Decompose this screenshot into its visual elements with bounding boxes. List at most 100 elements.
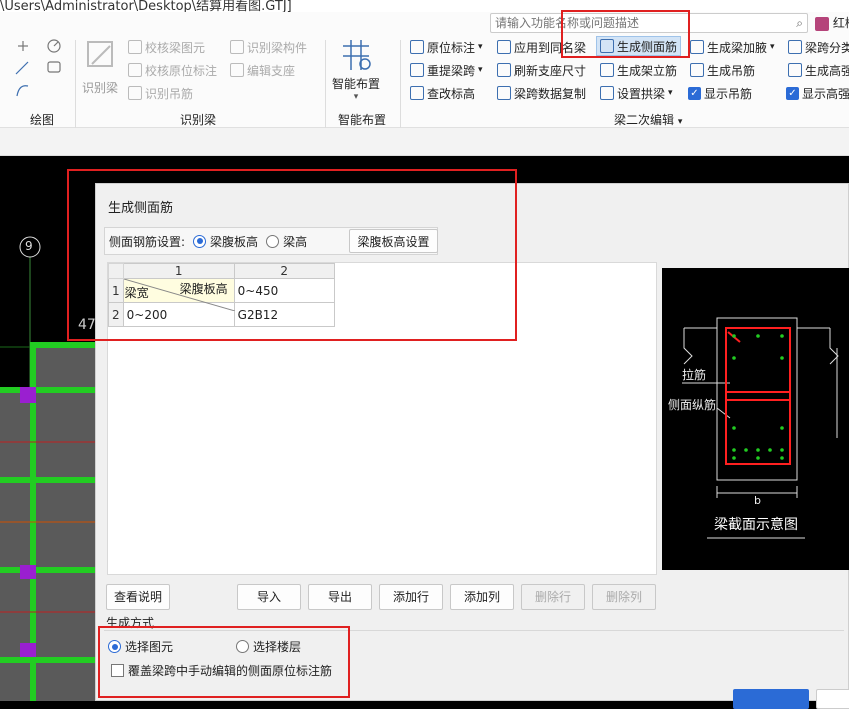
search-box[interactable]: ⌕ — [490, 13, 808, 33]
show-hanger-toggle[interactable]: ✓ 显示吊筋 — [688, 83, 752, 103]
export-button[interactable]: 导出 — [308, 584, 372, 610]
avatar — [815, 16, 829, 31]
radio-beam-height-label[interactable]: 梁高 — [283, 233, 307, 250]
smart-layout-button[interactable]: 智能布置 ▾ — [330, 38, 382, 108]
rule-table: 1 2 1 梁腹板高 梁宽 0~450 2 0~200 G2B12 — [108, 263, 335, 327]
radio-web-height[interactable] — [193, 234, 207, 248]
set-arch-beam-button[interactable]: 设置拱梁 ▾ — [600, 83, 673, 103]
check-label-icon — [128, 63, 142, 77]
label-icon — [410, 40, 424, 54]
table-row: 1 梁腹板高 梁宽 0~450 — [108, 278, 335, 311]
side-bar-icon — [600, 39, 614, 53]
copy-span-data-button[interactable]: 梁跨数据复制 — [497, 83, 586, 103]
diag-top-label: 梁腹板高 — [179, 282, 228, 296]
identify-hanger-button[interactable]: 识别吊筋 — [128, 83, 193, 103]
apply-icon — [497, 40, 511, 54]
separator — [400, 40, 401, 136]
high-strength-icon — [788, 63, 802, 77]
arch-icon — [600, 86, 614, 100]
checkbox-checked-icon: ✓ — [688, 86, 701, 100]
row-header[interactable]: 2 — [108, 302, 124, 327]
diagonal-header-cell: 梁腹板高 梁宽 — [122, 278, 235, 311]
delete-column-button[interactable]: 删除列 — [592, 584, 656, 610]
row-header[interactable]: 1 — [108, 278, 124, 303]
window-title: \Users\Administrator\Desktop\结算用看图.GTJ] — [0, 0, 292, 12]
search-input[interactable] — [491, 14, 781, 32]
edit-support-button[interactable]: 编辑支座 — [230, 60, 295, 80]
radio-select-element[interactable] — [108, 640, 121, 653]
show-high-strength-toggle[interactable]: ✓ 显示高强 — [786, 83, 849, 103]
col-header[interactable]: 2 — [233, 263, 335, 279]
axis-label: 9 — [25, 239, 33, 253]
span-classify-button[interactable]: 梁跨分类 — [788, 37, 849, 57]
support-icon — [230, 63, 244, 77]
generate-hanger-button[interactable]: 生成吊筋 — [690, 60, 755, 80]
add-row-button[interactable]: 添加行 — [379, 584, 443, 610]
title-bar: \Users\Administrator\Desktop\结算用看图.GTJ] — [0, 0, 849, 12]
smart-layout-label: 智能布置 — [331, 77, 380, 91]
corner-cell — [108, 263, 124, 279]
beam-section-preview: 拉筋 侧面纵筋 b 梁截面示意图 — [662, 268, 849, 570]
divider — [104, 630, 844, 631]
table-cell[interactable]: G2B12 — [233, 302, 335, 327]
identify-beam-component-button[interactable]: 识别梁构件 — [230, 37, 307, 57]
setting-label: 侧面钢筋设置: — [109, 234, 186, 249]
erection-bar-icon — [600, 63, 614, 77]
elevation-icon — [410, 86, 424, 100]
identify-beam-button[interactable]: 识别梁 — [82, 38, 124, 104]
classify-icon — [788, 40, 802, 54]
overwrite-manual-label-checkbox[interactable]: 覆盖梁跨中手动编辑的侧面原位标注筋 — [108, 662, 332, 679]
checkbox[interactable] — [111, 664, 124, 677]
re-extract-span-button[interactable]: 重提梁跨 ▾ — [410, 60, 483, 80]
table-cell[interactable]: 0~450 — [233, 278, 335, 303]
component-icon — [230, 40, 244, 54]
hanger-icon — [128, 86, 142, 100]
option-select-floor[interactable]: 选择楼层 — [228, 638, 301, 655]
import-button[interactable]: 导入 — [237, 584, 301, 610]
smart-layout-icon — [343, 40, 371, 70]
user-badge[interactable]: 红梅 — [815, 14, 849, 31]
user-name: 红梅 — [832, 16, 849, 30]
web-height-settings-button[interactable]: 梁腹板高设置 — [349, 229, 438, 253]
generate-erection-bars-button[interactable]: 生成架立筋 — [600, 60, 677, 80]
confirm-button[interactable] — [733, 689, 809, 709]
chevron-down-icon: ▾ — [478, 65, 483, 75]
haunch-icon — [690, 40, 704, 54]
search-icon[interactable]: ⌕ — [796, 16, 803, 31]
draw-tools-icons[interactable] — [14, 38, 84, 102]
check-beam-elements-button[interactable]: 校核梁图元 — [128, 37, 205, 57]
toolbar-band — [0, 128, 849, 156]
tie-bar-label: 拉筋 — [682, 368, 707, 382]
generate-side-bars-dialog: 生成侧面筋 侧面钢筋设置: 梁腹板高 梁高 梁腹板高设置 1 2 1 梁腹板高 … — [95, 183, 849, 701]
radio-web-height-label[interactable]: 梁腹板高 — [210, 233, 258, 250]
check-in-situ-label-button[interactable]: 校核原位标注 — [128, 60, 217, 80]
help-button[interactable]: 查看说明 — [106, 584, 170, 610]
cancel-button[interactable] — [816, 689, 849, 709]
radio-beam-height[interactable] — [266, 234, 280, 248]
radio-select-floor[interactable] — [236, 640, 249, 653]
generate-high-strength-button[interactable]: 生成高强 — [788, 60, 849, 80]
check-elevation-button[interactable]: 查改标高 — [410, 83, 475, 103]
refresh-icon — [497, 63, 511, 77]
diag-bottom-label: 梁宽 — [124, 286, 149, 300]
chevron-down-icon: ▾ — [668, 88, 673, 98]
beam-grid — [0, 342, 95, 701]
col-header[interactable]: 1 — [122, 263, 235, 279]
generate-side-bars-button[interactable]: 生成侧面筋 — [596, 36, 682, 56]
add-column-button[interactable]: 添加列 — [450, 584, 514, 610]
option-select-element[interactable]: 选择图元 — [100, 638, 173, 655]
apply-same-name-button[interactable]: 应用到同名梁 — [497, 37, 586, 57]
generation-mode-label: 生成方式 — [106, 616, 155, 630]
hanger-bar-icon — [690, 63, 704, 77]
chevron-down-icon: ▾ — [478, 42, 483, 52]
checkbox-checked-icon: ✓ — [786, 86, 799, 100]
generate-haunch-button[interactable]: 生成梁加腋 ▾ — [690, 37, 775, 57]
in-situ-label-button[interactable]: 原位标注 ▾ — [410, 37, 483, 57]
chevron-down-icon: ▾ — [677, 117, 683, 127]
beam-edit-group-label[interactable]: 梁二次编辑 ▾ — [614, 111, 682, 128]
separator — [75, 40, 76, 136]
refresh-support-size-button[interactable]: 刷新支座尺寸 — [497, 60, 586, 80]
preview-caption: 梁截面示意图 — [714, 517, 798, 533]
identify-beam-label: 识别梁 — [82, 81, 119, 95]
delete-row-button[interactable]: 删除行 — [521, 584, 585, 610]
